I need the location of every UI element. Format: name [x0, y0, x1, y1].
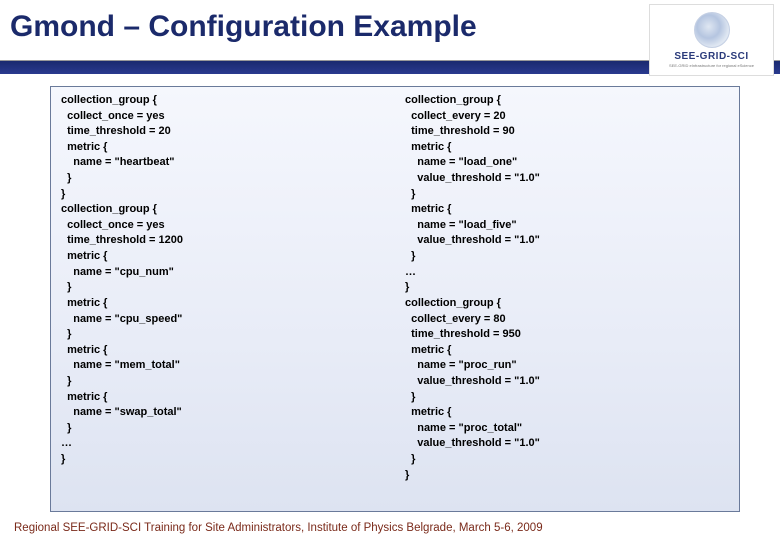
logo-container: SEE-GRID-SCI SEE-GRID eInfrastructure fo… — [649, 4, 774, 76]
code-panel: collection_group { collect_once = yes ti… — [50, 86, 740, 512]
right-code-column: collection_group { collect_every = 20 ti… — [405, 93, 729, 509]
logo-text: SEE-GRID-SCI — [674, 51, 748, 62]
slide-header: Gmond – Configuration Example SEE-GRID-S… — [0, 0, 780, 75]
logo-icon — [694, 12, 730, 48]
slide-footer: Regional SEE-GRID-SCI Training for Site … — [0, 522, 780, 534]
left-code-column: collection_group { collect_once = yes ti… — [61, 93, 385, 509]
logo-subtext: SEE-GRID eInfrastructure for regional eS… — [669, 63, 754, 68]
